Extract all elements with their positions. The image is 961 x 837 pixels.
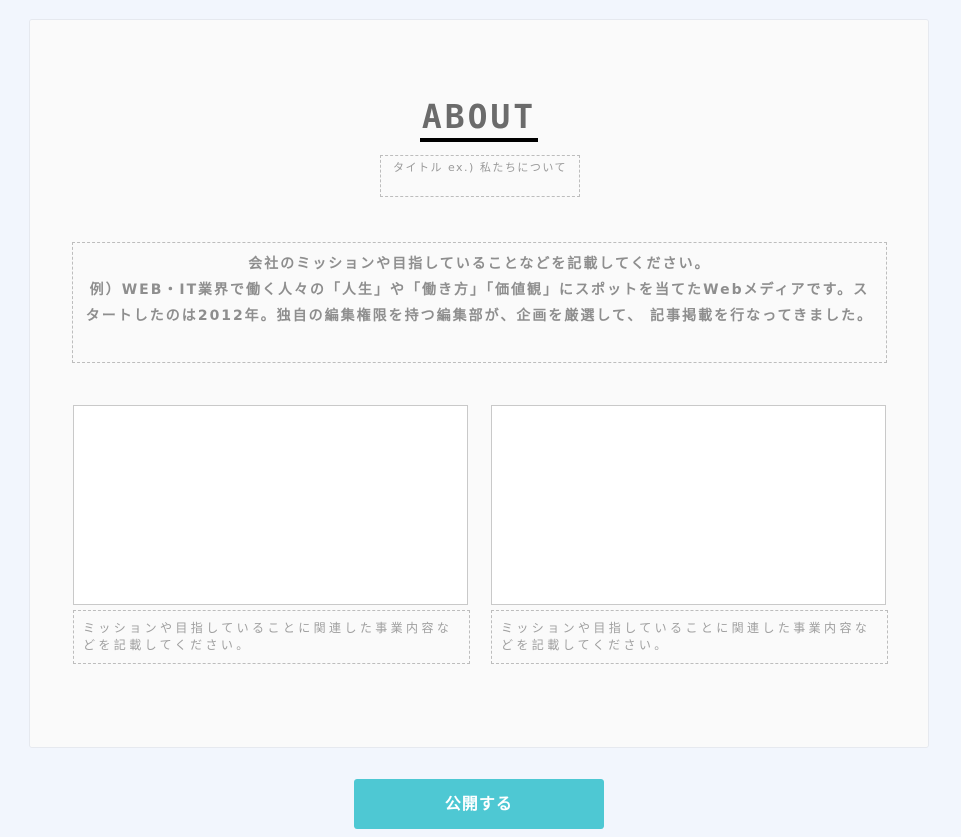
business-image-slot-2[interactable]: [491, 405, 886, 605]
mission-line: 例）WEB・IT業界で働く人々の「人生」や「働き方」「価値観」にスポットを当てた…: [85, 282, 874, 324]
about-section-card: ABOUT タイトル ex.) 私たちについて 会社のミッションや目指しているこ…: [29, 19, 929, 748]
business-caption-field-1[interactable]: ミッションや目指していることに関連した事業内容などを記載してください。: [73, 610, 470, 664]
business-caption-field-2[interactable]: ミッションや目指していることに関連した事業内容などを記載してください。: [491, 610, 888, 664]
about-heading[interactable]: ABOUT: [419, 98, 539, 142]
mission-text-field[interactable]: 会社のミッションや目指していることなどを記載してください。 例）WEB・IT業界…: [72, 242, 887, 363]
section-heading: ABOUT: [30, 98, 928, 142]
subtitle-field[interactable]: タイトル ex.) 私たちについて: [380, 155, 580, 197]
publish-button[interactable]: 公開する: [354, 779, 604, 829]
business-image-slot-1[interactable]: [73, 405, 468, 605]
mission-line: 会社のミッションや目指していることなどを記載してください。: [248, 256, 711, 272]
